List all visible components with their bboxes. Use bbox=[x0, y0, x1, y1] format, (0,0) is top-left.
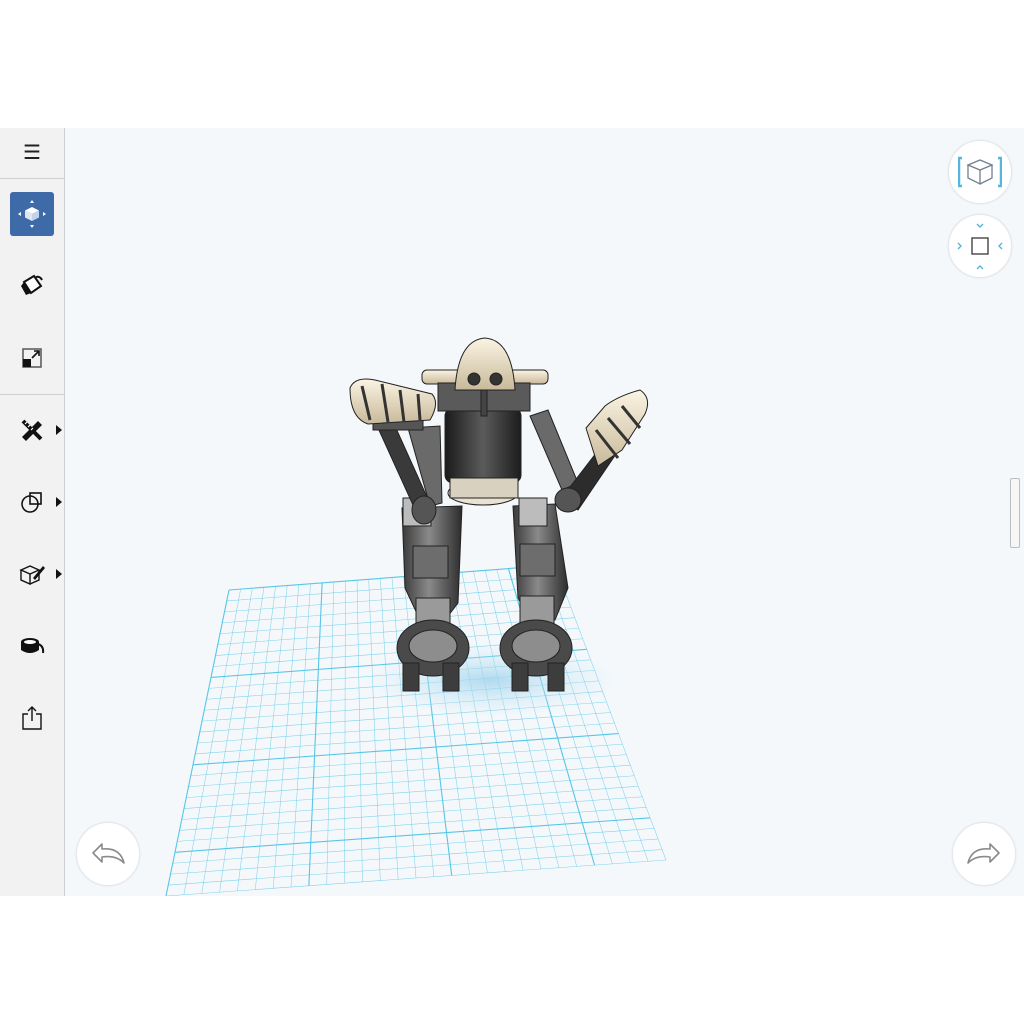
scale-icon bbox=[22, 348, 42, 368]
paint-bucket-icon bbox=[21, 274, 43, 295]
hamburger-menu-button[interactable]: ☰ bbox=[10, 131, 54, 175]
grid-line bbox=[170, 838, 659, 875]
shapes-icon bbox=[21, 492, 42, 513]
toolbar-divider bbox=[0, 178, 64, 179]
move-transform-icon bbox=[18, 200, 46, 228]
left-toolbar: ☰ bbox=[0, 128, 65, 896]
grid-line bbox=[177, 807, 647, 842]
grid-line bbox=[461, 572, 524, 871]
redo-icon bbox=[967, 843, 1000, 864]
grid-line bbox=[181, 785, 639, 820]
pencil-ruler-icon bbox=[21, 419, 43, 441]
share-export-icon bbox=[22, 706, 42, 730]
edit-tool-button[interactable] bbox=[10, 552, 54, 596]
grid-line bbox=[554, 564, 667, 861]
grid-line bbox=[186, 764, 631, 798]
vertical-slider-handle[interactable] bbox=[1010, 478, 1020, 548]
view-cube-button[interactable] bbox=[948, 140, 1012, 204]
toolbar-divider bbox=[0, 394, 64, 395]
box-edit-icon bbox=[19, 565, 45, 586]
submenu-arrow-icon bbox=[56, 497, 62, 507]
export-tool-button[interactable] bbox=[10, 696, 54, 740]
robot-model[interactable] bbox=[349, 337, 649, 692]
left-arm bbox=[349, 378, 443, 525]
submenu-arrow-icon bbox=[56, 425, 62, 435]
move-tool-button[interactable] bbox=[10, 192, 54, 236]
grid-line bbox=[172, 828, 655, 864]
3d-viewport[interactable] bbox=[0, 128, 1024, 896]
submenu-arrow-icon bbox=[56, 569, 62, 579]
scale-tool-button[interactable] bbox=[10, 336, 54, 380]
redo-button[interactable] bbox=[952, 822, 1016, 886]
app-window: ☰ bbox=[0, 128, 1024, 896]
view-cube-icon bbox=[958, 156, 1002, 188]
material-tool-button[interactable] bbox=[10, 264, 54, 308]
paint-pot-icon bbox=[21, 638, 45, 654]
sketch-tool-button[interactable] bbox=[10, 408, 54, 452]
grid-line bbox=[174, 817, 651, 853]
robot-eye-right bbox=[489, 372, 503, 386]
appearance-tool-button[interactable] bbox=[10, 624, 54, 668]
undo-icon bbox=[92, 843, 125, 864]
hamburger-menu-icon: ☰ bbox=[23, 142, 41, 164]
grid-line bbox=[183, 775, 635, 809]
grid-line bbox=[179, 796, 643, 831]
robot-eye-left bbox=[467, 372, 481, 386]
primitives-tool-button[interactable] bbox=[10, 480, 54, 524]
grid-line bbox=[188, 754, 627, 787]
right-leg bbox=[499, 497, 573, 692]
ortho-view-nav-icon bbox=[957, 223, 1003, 270]
undo-button[interactable] bbox=[76, 822, 140, 886]
left-leg bbox=[396, 497, 470, 692]
right-arm bbox=[529, 389, 649, 513]
grid-line bbox=[165, 859, 667, 896]
view-navigation-control[interactable] bbox=[948, 214, 1012, 278]
grid-line bbox=[168, 849, 663, 886]
